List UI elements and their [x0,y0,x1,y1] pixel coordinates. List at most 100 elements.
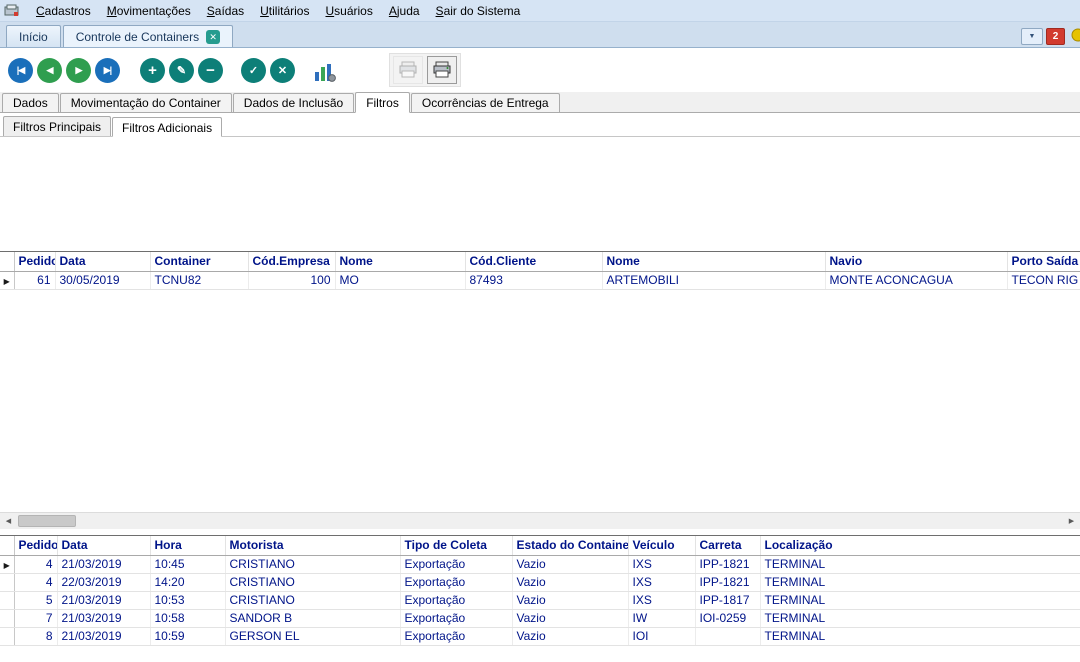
table-row[interactable]: 7 21/03/2019 10:58 SANDOR B Exportação V… [0,609,1080,627]
cell-nome-cliente[interactable]: ARTEMOBILI [602,271,825,289]
col-hora[interactable]: Hora [150,536,225,555]
last-record-button[interactable]: ▶| [95,58,120,83]
col-carreta[interactable]: Carreta [695,536,760,555]
cell-veiculo[interactable]: IXS [628,555,695,573]
col-navio[interactable]: Navio [825,252,1007,271]
close-tab-icon[interactable]: ✕ [206,30,220,44]
cell-tipo[interactable]: Exportação [400,609,512,627]
cell-data[interactable]: 21/03/2019 [57,627,150,645]
notification-badge[interactable]: 2 [1046,28,1065,45]
col-data[interactable]: Data [55,252,150,271]
next-record-button[interactable]: ▶ [66,58,91,83]
menu-saidas[interactable]: Saídas [199,2,252,20]
cell-motorista[interactable]: CRISTIANO [225,555,400,573]
edit-record-button[interactable]: ✎ [169,58,194,83]
col-pedido[interactable]: Pedido [14,252,55,271]
menu-ajuda[interactable]: Ajuda [381,2,428,20]
tab-dados-de-inclusao[interactable]: Dados de Inclusão [233,93,354,112]
cell-carreta[interactable] [695,627,760,645]
cell-tipo[interactable]: Exportação [400,555,512,573]
col-cod-cliente[interactable]: Cód.Cliente [465,252,602,271]
menu-sair-do-sistema[interactable]: Sair do Sistema [428,2,529,20]
cell-estado[interactable]: Vazio [512,573,628,591]
cell-tipo[interactable]: Exportação [400,573,512,591]
cell-motorista[interactable]: SANDOR B [225,609,400,627]
cell-data[interactable]: 21/03/2019 [57,555,150,573]
tab-inicio[interactable]: Início [6,25,61,47]
print-button[interactable] [427,56,457,84]
tab-ocorrencias-de-entrega[interactable]: Ocorrências de Entrega [411,93,560,112]
tab-movimentacao-do-container[interactable]: Movimentação do Container [60,93,232,112]
col-localizacao[interactable]: Localização [760,536,1080,555]
table-row[interactable]: 4 22/03/2019 14:20 CRISTIANO Exportação … [0,573,1080,591]
cell-estado[interactable]: Vazio [512,555,628,573]
cell-porto-saida[interactable]: TECON RIG [1007,271,1080,289]
cell-data[interactable]: 30/05/2019 [55,271,150,289]
cell-motorista[interactable]: CRISTIANO [225,591,400,609]
cell-hora[interactable]: 10:45 [150,555,225,573]
cell-tipo[interactable]: Exportação [400,627,512,645]
col-cod-empresa[interactable]: Cód.Empresa [248,252,335,271]
cancel-button[interactable]: ✕ [270,58,295,83]
cell-veiculo[interactable]: IXS [628,591,695,609]
cell-carreta[interactable]: IPP-1821 [695,555,760,573]
cell-carreta[interactable]: IPP-1821 [695,573,760,591]
cell-cod-cliente[interactable]: 87493 [465,271,602,289]
cell-localizacao[interactable]: TERMINAL [760,591,1080,609]
cell-motorista[interactable]: CRISTIANO [225,573,400,591]
col-data[interactable]: Data [57,536,150,555]
cell-localizacao[interactable]: TERMINAL [760,573,1080,591]
cell-container[interactable]: TCNU82 [150,271,248,289]
col-tipo-de-coleta[interactable]: Tipo de Coleta [400,536,512,555]
tab-filtros[interactable]: Filtros [355,92,410,113]
cell-pedido[interactable]: 5 [14,591,57,609]
tab-filtros-adicionais[interactable]: Filtros Adicionais [112,117,222,137]
cell-pedido[interactable]: 8 [14,627,57,645]
cell-cod-empresa[interactable]: 100 [248,271,335,289]
cell-nome-empresa[interactable]: MO [335,271,465,289]
tab-controle-de-containers[interactable]: Controle de Containers ✕ [63,25,233,47]
cell-veiculo[interactable]: IOI [628,627,695,645]
print-preview-button[interactable] [393,56,423,84]
cell-localizacao[interactable]: TERMINAL [760,627,1080,645]
cell-hora[interactable]: 14:20 [150,573,225,591]
cell-estado[interactable]: Vazio [512,591,628,609]
pin-icon[interactable] [1068,27,1080,45]
scroll-left-icon[interactable]: ◀ [0,513,17,529]
cell-estado[interactable]: Vazio [512,609,628,627]
add-record-button[interactable]: + [140,58,165,83]
table-row[interactable]: ▶ 4 21/03/2019 10:45 CRISTIANO Exportaçã… [0,555,1080,573]
cell-carreta[interactable]: IOI-0259 [695,609,760,627]
first-record-button[interactable]: |◀ [8,58,33,83]
col-porto-saida[interactable]: Porto Saída [1007,252,1080,271]
scrollbar-thumb[interactable] [18,515,76,527]
col-veiculo[interactable]: Veículo [628,536,695,555]
cell-data[interactable]: 21/03/2019 [57,609,150,627]
prev-record-button[interactable]: ◀ [37,58,62,83]
confirm-button[interactable]: ✓ [241,58,266,83]
menu-cadastros[interactable]: Cadastros [28,2,99,20]
menu-usuarios[interactable]: Usuários [317,2,380,20]
table-row[interactable]: 5 21/03/2019 10:53 CRISTIANO Exportação … [0,591,1080,609]
col-motorista[interactable]: Motorista [225,536,400,555]
cell-data[interactable]: 21/03/2019 [57,591,150,609]
cell-navio[interactable]: MONTE ACONCAGUA [825,271,1007,289]
table-row[interactable]: 8 21/03/2019 10:59 GERSON EL Exportação … [0,627,1080,645]
col-nome-empresa[interactable]: Nome [335,252,465,271]
menu-movimentacoes[interactable]: Movimentações [99,2,199,20]
col-pedido[interactable]: Pedido [14,536,57,555]
horizontal-scrollbar[interactable]: ◀ ▶ [0,512,1080,529]
cell-motorista[interactable]: GERSON EL [225,627,400,645]
cell-pedido[interactable]: 61 [14,271,55,289]
cell-estado[interactable]: Vazio [512,627,628,645]
chart-button[interactable] [311,57,339,83]
cell-localizacao[interactable]: TERMINAL [760,555,1080,573]
cell-pedido[interactable]: 4 [14,573,57,591]
tab-list-dropdown-icon[interactable]: ▼ [1021,28,1043,45]
cell-hora[interactable]: 10:59 [150,627,225,645]
cell-hora[interactable]: 10:58 [150,609,225,627]
cell-carreta[interactable]: IPP-1817 [695,591,760,609]
tab-filtros-principais[interactable]: Filtros Principais [3,116,111,136]
cell-pedido[interactable]: 7 [14,609,57,627]
col-nome-cliente[interactable]: Nome [602,252,825,271]
